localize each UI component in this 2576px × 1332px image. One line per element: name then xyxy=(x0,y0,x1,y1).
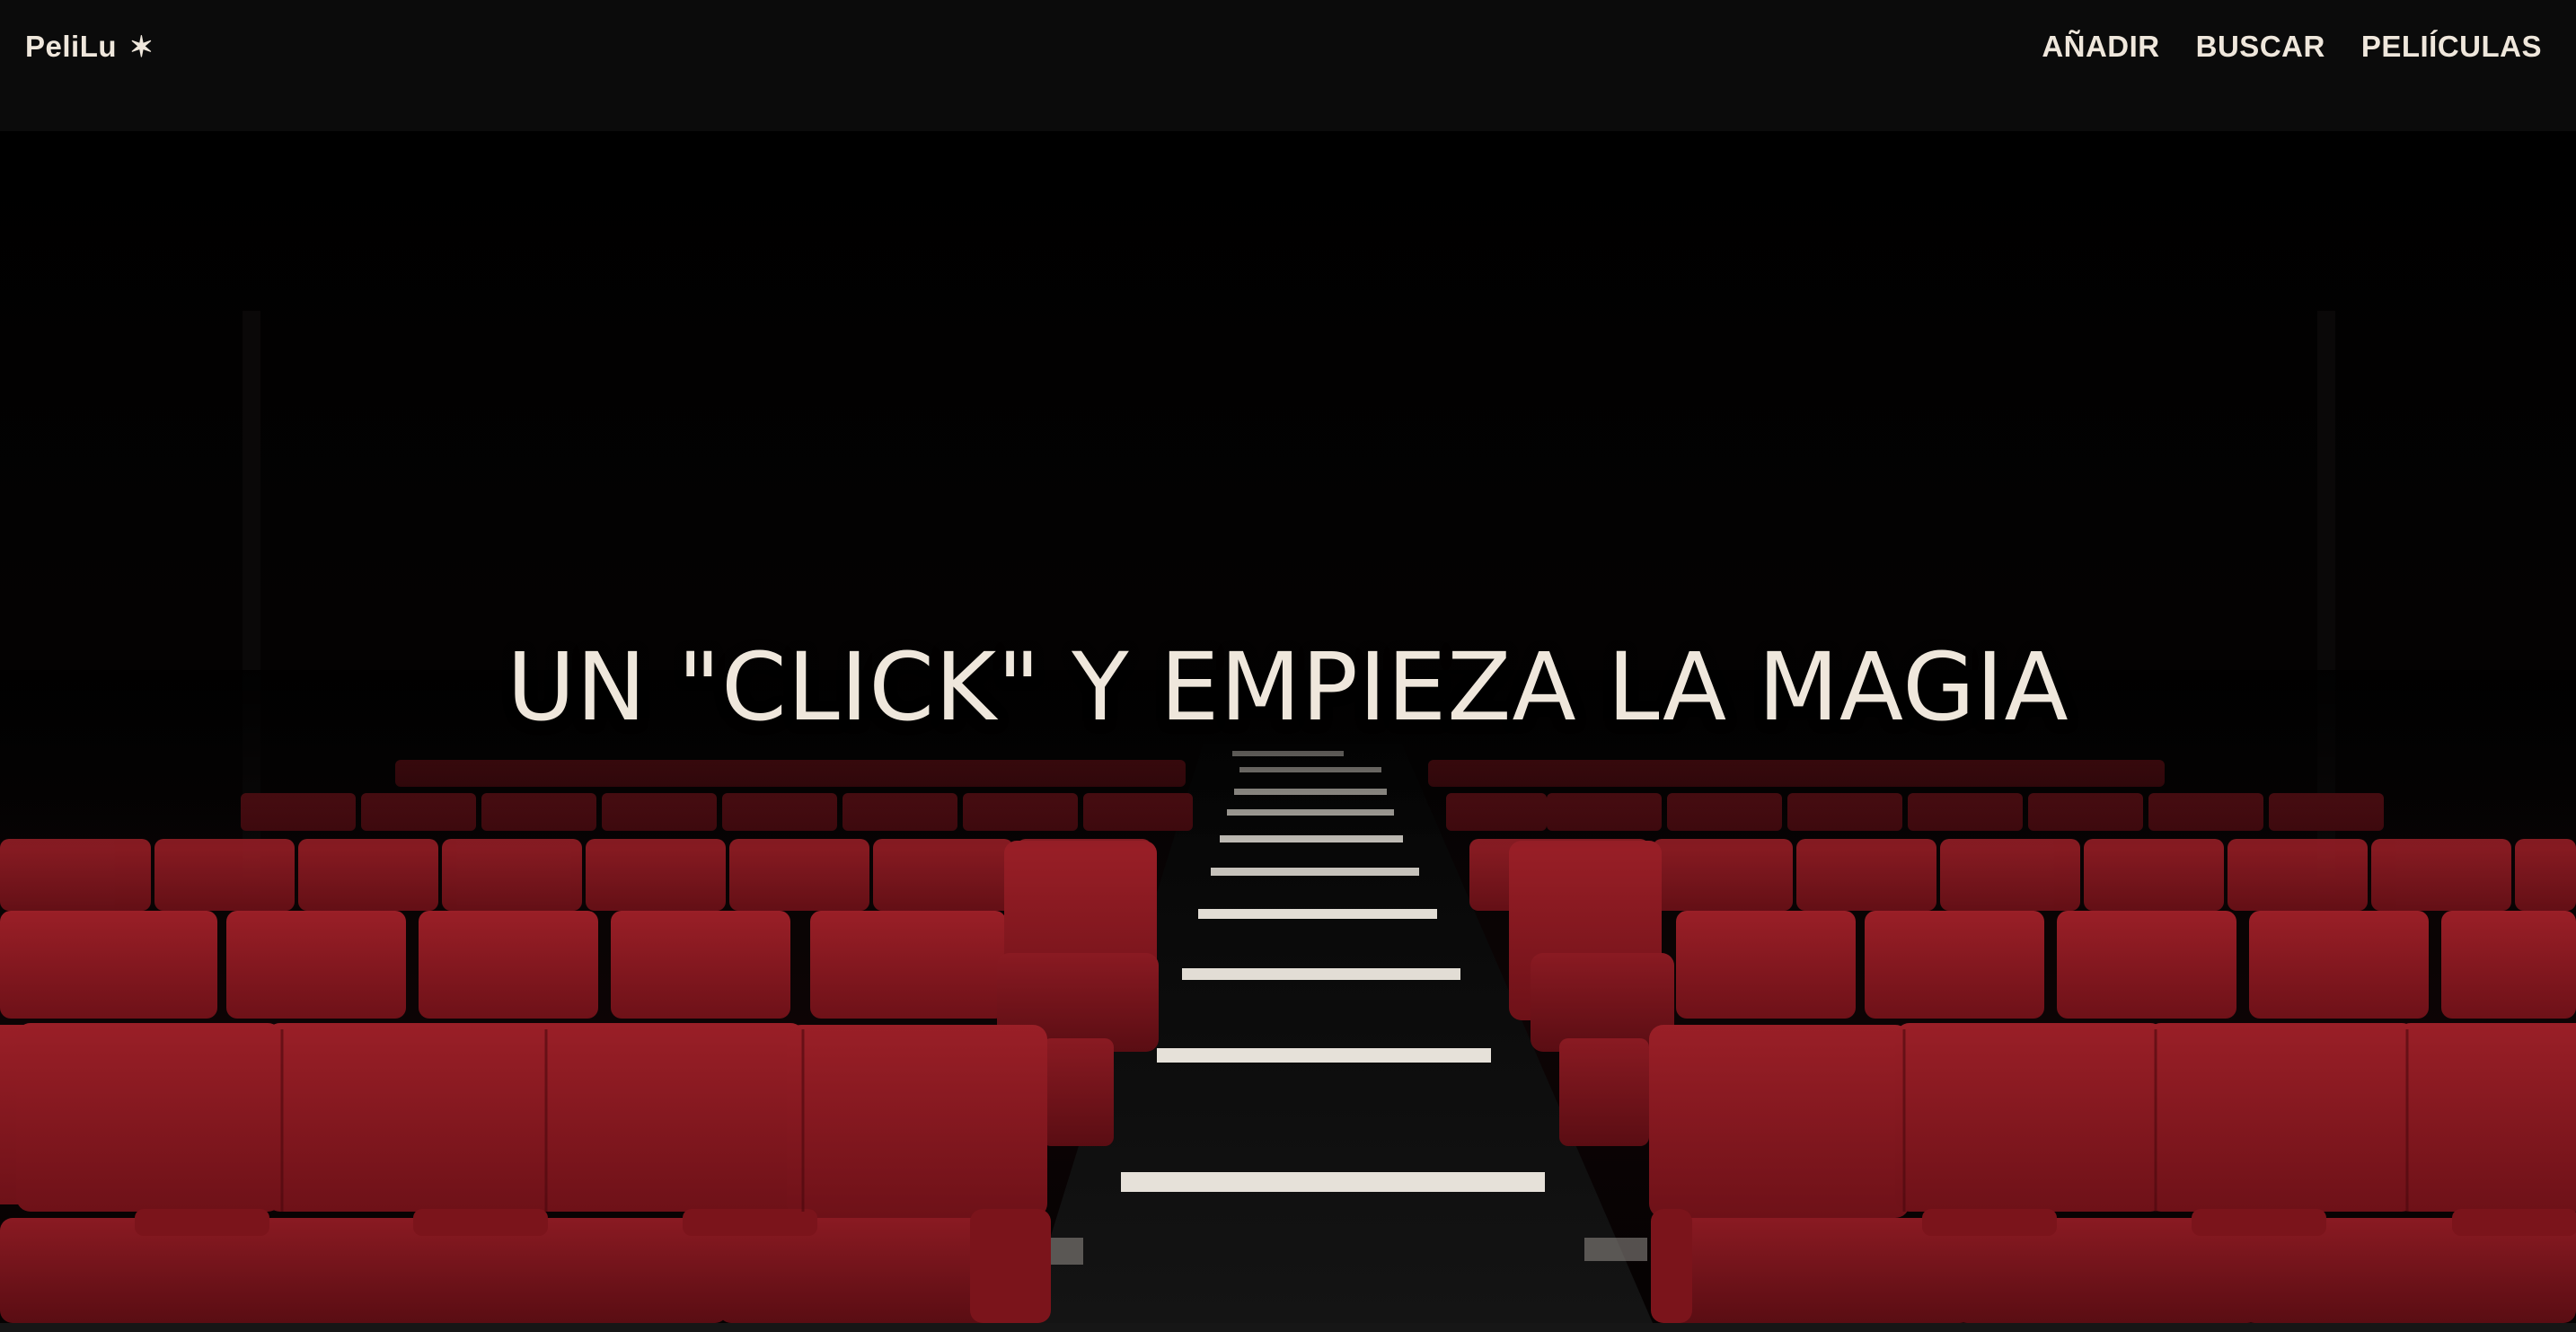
hero-title: UN "CLICK" Y EMPIEZA LA MAGIA xyxy=(507,632,2069,742)
nav-link-anadir[interactable]: AÑADIR xyxy=(2042,30,2159,64)
brand-logo[interactable]: PeliLu ✶ xyxy=(25,29,154,65)
brand-name: PeliLu xyxy=(25,30,118,63)
star-icon: ✶ xyxy=(129,31,154,63)
nav-links: AÑADIR BUSCAR PELIÍCULAS xyxy=(2042,29,2542,65)
nav-link-peliculas[interactable]: PELIÍCULAS xyxy=(2361,30,2542,64)
nav-link-buscar[interactable]: BUSCAR xyxy=(2196,30,2325,64)
navbar: PeliLu ✶ AÑADIR BUSCAR PELIÍCULAS xyxy=(0,0,2576,131)
page-bottom-edge xyxy=(0,1323,2576,1332)
hero-section: UN "CLICK" Y EMPIEZA LA MAGIA xyxy=(0,131,2576,1323)
